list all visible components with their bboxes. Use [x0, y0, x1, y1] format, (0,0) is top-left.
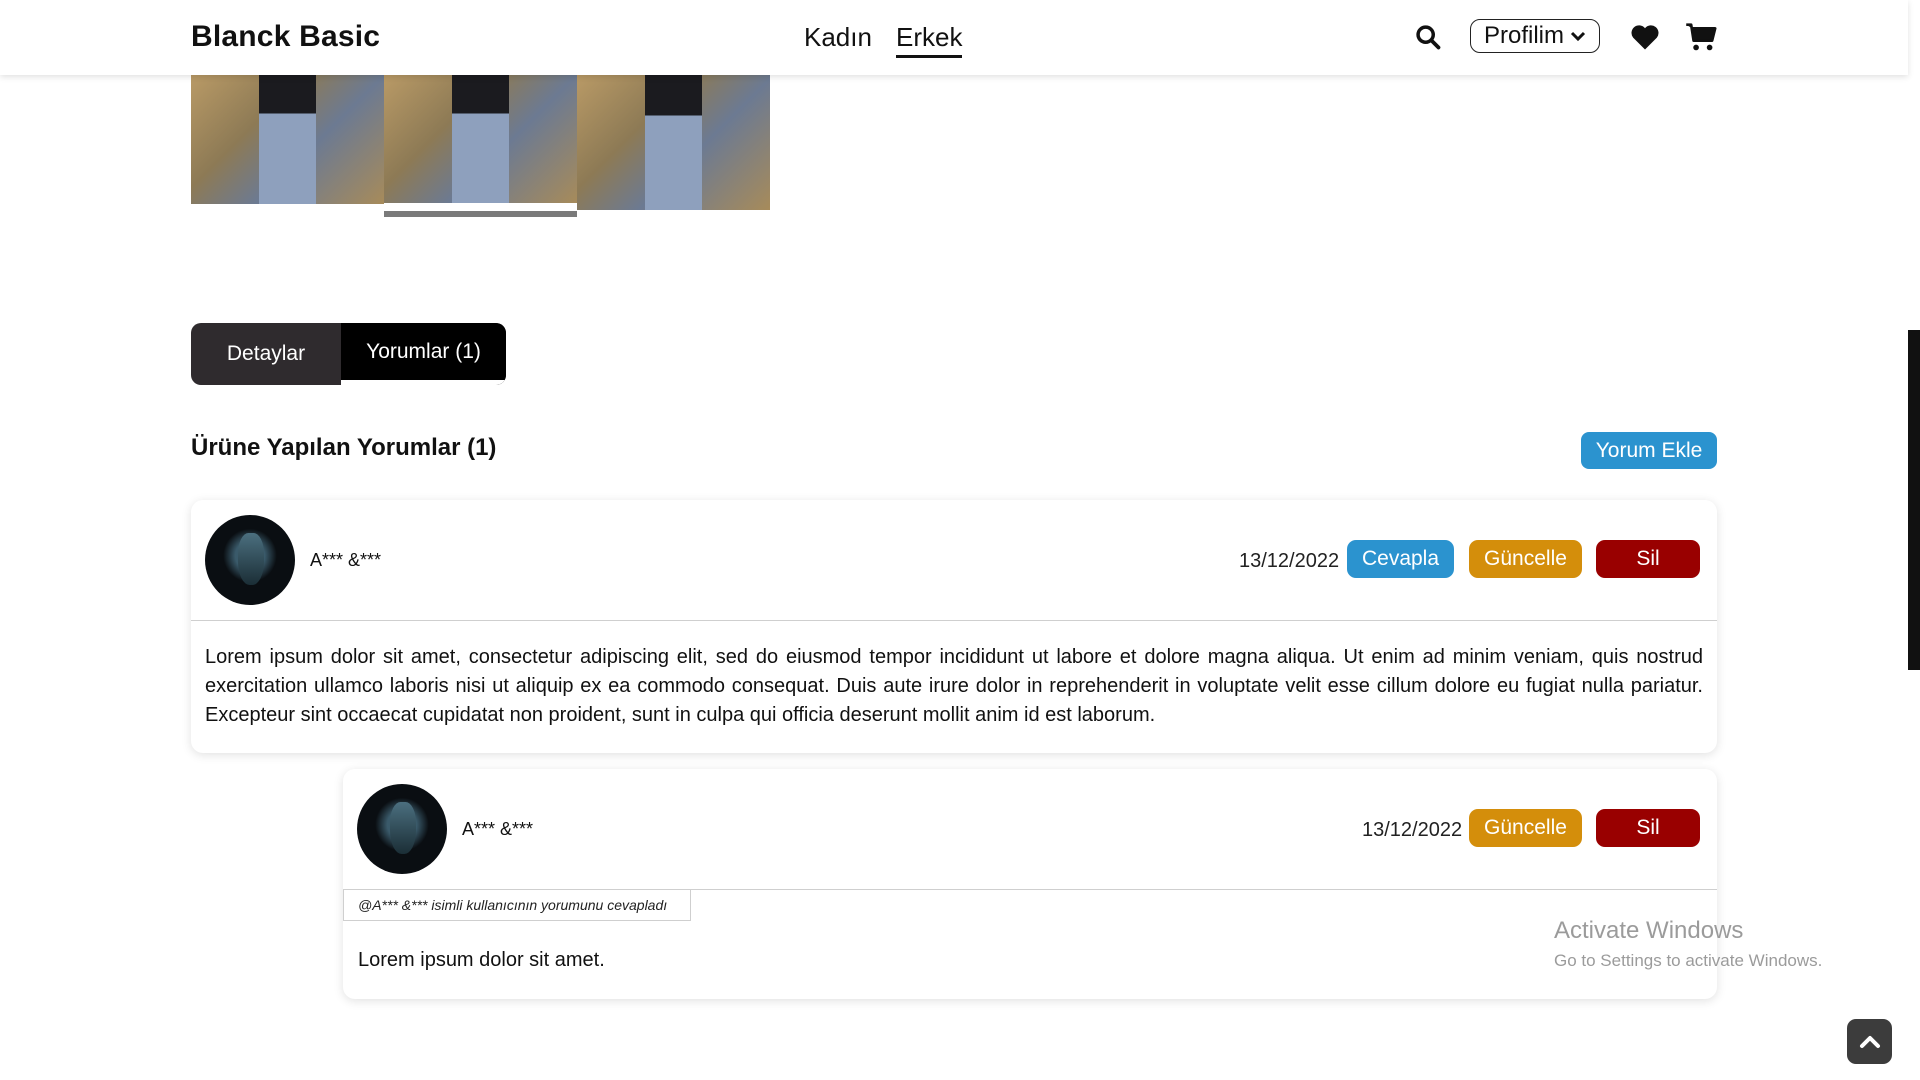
- brand-logo[interactable]: Blanck Basic: [191, 20, 380, 54]
- delete-button[interactable]: Sil: [1596, 809, 1700, 847]
- avatar: [205, 515, 295, 605]
- nav-link-women[interactable]: Kadın: [804, 22, 872, 53]
- product-thumbnails: [191, 75, 771, 220]
- search-icon: [1416, 25, 1441, 50]
- comment-text: Lorem ipsum dolor sit amet, consectetur …: [205, 646, 1703, 726]
- active-indicator: [384, 211, 577, 217]
- activate-windows-watermark: Activate Windows Go to Settings to activ…: [1554, 917, 1822, 971]
- add-comment-button[interactable]: Yorum Ekle: [1581, 432, 1717, 469]
- comment-header: A*** &*** 13/12/2022 Cevapla Güncelle Si…: [191, 500, 1717, 621]
- cart-icon: [1686, 23, 1717, 51]
- chevron-up-icon: [1859, 1035, 1880, 1048]
- thumbnail[interactable]: [191, 75, 384, 204]
- profile-label: Profilim: [1483, 22, 1564, 49]
- watermark-subtitle: Go to Settings to activate Windows.: [1554, 951, 1823, 970]
- product-image: [191, 75, 384, 204]
- search-button[interactable]: [1411, 20, 1445, 54]
- reply-header: A*** &*** 13/12/2022 Güncelle Sil: [343, 769, 1717, 890]
- avatar: [357, 784, 447, 874]
- thumbnail-active[interactable]: [384, 75, 577, 217]
- scrollbar-thumb[interactable]: [1908, 330, 1920, 670]
- heart-icon: [1631, 25, 1659, 50]
- comment-card: A*** &*** 13/12/2022 Cevapla Güncelle Si…: [191, 500, 1717, 753]
- watermark-title: Activate Windows: [1554, 917, 1744, 944]
- section-title: Ürüne Yapılan Yorumlar (1): [191, 434, 497, 461]
- reply-username: A*** &***: [462, 819, 534, 839]
- tab-comments[interactable]: Yorumlar (1): [341, 323, 506, 385]
- scroll-to-top-button[interactable]: [1847, 1019, 1892, 1064]
- comment-username: A*** &***: [310, 550, 382, 570]
- reply-date: 13/12/2022: [1362, 819, 1463, 841]
- delete-button[interactable]: Sil: [1596, 540, 1700, 578]
- cart-button[interactable]: [1684, 20, 1718, 54]
- chevron-down-icon: [1570, 31, 1586, 42]
- reply-mention-tag: @A*** &*** isimli kullanıcının yorumunu …: [343, 889, 691, 921]
- nav-link-men[interactable]: Erkek: [896, 22, 963, 58]
- favorites-button[interactable]: [1628, 20, 1662, 54]
- thumbnail[interactable]: [577, 75, 770, 210]
- reply-card: A*** &*** 13/12/2022 Güncelle Sil @A*** …: [343, 769, 1717, 999]
- profile-dropdown[interactable]: Profilim: [1470, 19, 1600, 53]
- comment-date: 13/12/2022: [1239, 550, 1340, 572]
- product-image: [384, 75, 577, 203]
- top-navbar: Blanck Basic Kadın Erkek Profilim: [0, 0, 1908, 75]
- reply-text: Lorem ipsum dolor sit amet.: [358, 949, 605, 971]
- update-button[interactable]: Güncelle: [1469, 809, 1582, 847]
- tab-details[interactable]: Detaylar: [191, 323, 341, 385]
- reply-button[interactable]: Cevapla: [1347, 540, 1454, 578]
- update-button[interactable]: Güncelle: [1469, 540, 1582, 578]
- product-image: [577, 75, 770, 210]
- product-tabs: Detaylar Yorumlar (1): [191, 323, 506, 385]
